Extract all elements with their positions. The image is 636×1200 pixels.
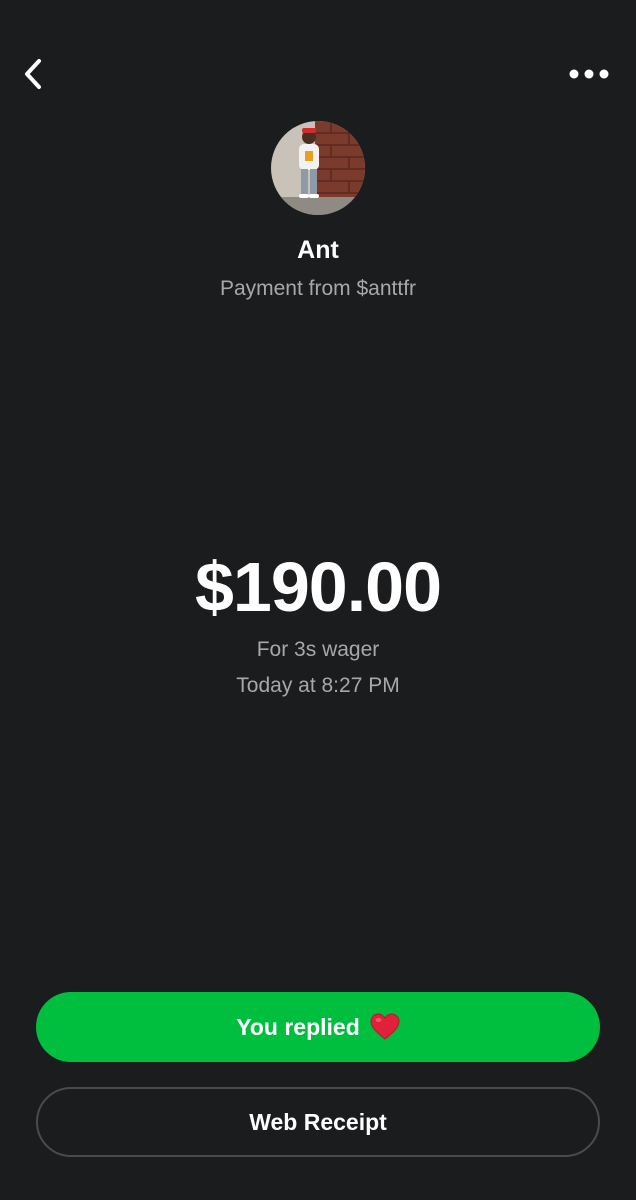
more-options-button[interactable]: [562, 56, 616, 92]
payment-timestamp: Today at 8:27 PM: [236, 674, 400, 697]
heart-icon: [370, 1013, 400, 1041]
more-horizontal-icon: [569, 69, 609, 79]
avatar[interactable]: [271, 121, 365, 215]
back-button[interactable]: [14, 54, 54, 94]
sender-name: Ant: [297, 236, 339, 264]
payment-note: For 3s wager: [256, 638, 380, 661]
reply-label: You replied: [236, 1013, 360, 1040]
reply-button[interactable]: You replied: [36, 992, 600, 1062]
chevron-left-icon: [25, 59, 41, 89]
payment-amount: $190.00: [194, 548, 442, 626]
profile-photo: [271, 121, 365, 215]
web-receipt-button[interactable]: Web Receipt: [36, 1087, 600, 1157]
web-receipt-label: Web Receipt: [249, 1108, 387, 1135]
payment-subtitle: Payment from $anttfr: [219, 277, 417, 300]
